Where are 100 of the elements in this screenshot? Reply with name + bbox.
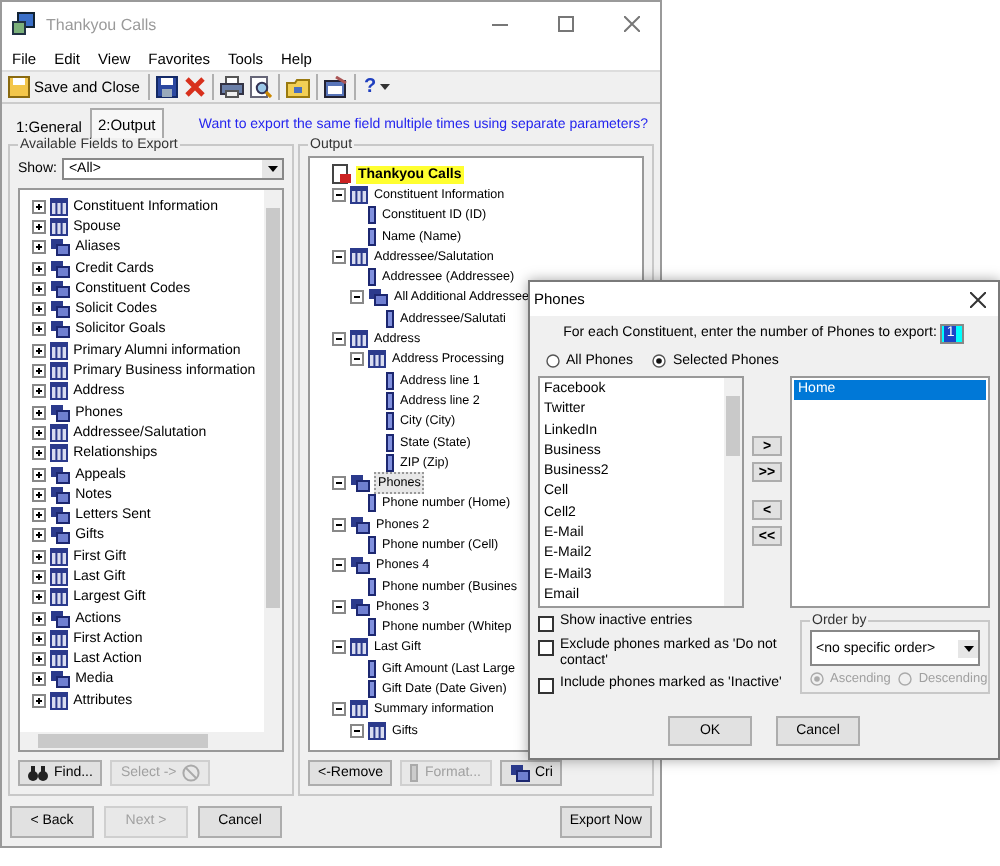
help-button[interactable]: ? xyxy=(361,73,393,101)
stacked-records-icon xyxy=(49,670,70,689)
expand-icon[interactable] xyxy=(31,384,46,399)
collapse-icon[interactable] xyxy=(332,249,346,264)
table-icon xyxy=(49,588,68,607)
expand-icon[interactable] xyxy=(31,549,46,564)
table-icon xyxy=(49,691,68,710)
table-icon xyxy=(49,444,68,463)
stacked-records-icon xyxy=(49,238,70,257)
expand-icon[interactable] xyxy=(31,652,46,667)
binoculars-icon xyxy=(28,765,48,781)
table-icon xyxy=(49,629,68,648)
collapse-icon[interactable] xyxy=(350,290,364,305)
expand-icon[interactable] xyxy=(31,631,46,646)
expand-icon[interactable] xyxy=(31,672,46,687)
table-icon xyxy=(49,650,68,669)
collapse-icon[interactable] xyxy=(332,517,346,532)
close-icon xyxy=(624,16,640,32)
expand-icon[interactable] xyxy=(31,693,46,708)
stacked-records-icon xyxy=(49,465,70,483)
scrollbar[interactable] xyxy=(724,378,742,606)
close-icon[interactable] xyxy=(970,291,986,307)
checkbox[interactable] xyxy=(538,616,554,632)
stacked-records-icon xyxy=(509,764,529,782)
window-title: Thankyou Calls xyxy=(46,15,159,33)
expand-icon[interactable] xyxy=(31,219,46,234)
field-icon xyxy=(386,309,394,328)
save-icon[interactable] xyxy=(155,76,178,98)
expand-icon[interactable] xyxy=(31,405,46,420)
expand-icon[interactable] xyxy=(31,590,46,605)
field-icon xyxy=(368,268,376,287)
expand-icon[interactable] xyxy=(31,302,46,317)
radio-button[interactable] xyxy=(546,353,560,367)
stacked-records-icon xyxy=(49,259,70,278)
preview-icon[interactable] xyxy=(249,76,272,98)
delete-icon[interactable] xyxy=(183,76,206,98)
table-icon xyxy=(368,721,386,740)
table-icon xyxy=(368,350,386,369)
expand-icon[interactable] xyxy=(31,261,46,276)
collapse-icon[interactable] xyxy=(332,702,346,717)
collapse-icon[interactable] xyxy=(332,476,346,491)
scrollbar[interactable] xyxy=(264,190,282,732)
no-entry-icon xyxy=(182,764,201,782)
expand-icon[interactable] xyxy=(31,425,46,440)
collapse-icon[interactable] xyxy=(332,640,346,655)
minimize-icon xyxy=(492,23,508,25)
collapse-icon[interactable] xyxy=(332,332,346,347)
expand-icon[interactable] xyxy=(31,199,46,214)
table-icon xyxy=(49,217,68,236)
app-icon xyxy=(12,12,36,36)
maximize-icon xyxy=(558,16,574,32)
table-icon xyxy=(49,341,68,360)
expand-icon[interactable] xyxy=(31,611,46,626)
stacked-records-icon xyxy=(350,474,370,493)
expand-icon[interactable] xyxy=(31,467,46,481)
collapse-icon[interactable] xyxy=(332,558,346,573)
table-icon xyxy=(49,423,68,442)
printer-icon[interactable] xyxy=(219,76,244,98)
stacked-records-icon xyxy=(49,279,70,298)
table-icon xyxy=(350,185,368,204)
stacked-records-icon xyxy=(49,609,70,628)
table-icon xyxy=(49,547,68,566)
collapse-icon[interactable] xyxy=(350,352,364,367)
expand-icon[interactable] xyxy=(31,528,46,543)
expand-icon[interactable] xyxy=(31,281,46,296)
document-icon xyxy=(332,164,352,185)
field-icon xyxy=(368,494,376,513)
field-icon xyxy=(410,764,419,782)
properties-icon[interactable] xyxy=(323,76,348,98)
table-icon xyxy=(350,638,368,657)
expand-icon[interactable] xyxy=(31,508,46,523)
field-icon xyxy=(368,535,376,554)
radio-button[interactable] xyxy=(652,353,667,367)
stacked-records-icon xyxy=(350,597,370,616)
stacked-records-icon xyxy=(49,506,70,525)
caret-icon xyxy=(267,166,277,172)
save-icon xyxy=(8,76,30,98)
expand-icon[interactable] xyxy=(31,343,46,358)
collapse-icon[interactable] xyxy=(332,599,346,614)
collapse-icon[interactable] xyxy=(332,187,346,202)
folder-icon[interactable] xyxy=(285,77,310,97)
expand-icon[interactable] xyxy=(31,364,46,379)
expand-icon[interactable] xyxy=(31,322,46,337)
checkbox[interactable] xyxy=(538,678,554,694)
scrollbar[interactable] xyxy=(20,732,282,750)
field-icon xyxy=(368,618,376,637)
caret-icon xyxy=(380,84,391,90)
expand-icon[interactable] xyxy=(31,569,46,584)
stacked-records-icon xyxy=(350,556,370,575)
expand-icon[interactable] xyxy=(31,240,46,255)
expand-icon[interactable] xyxy=(31,446,46,461)
collapse-icon[interactable] xyxy=(350,723,364,738)
caret-icon xyxy=(963,645,973,651)
table-icon xyxy=(49,567,68,586)
stacked-records-icon xyxy=(49,526,70,545)
checkbox[interactable] xyxy=(538,640,554,656)
field-icon xyxy=(368,577,376,596)
stacked-records-icon xyxy=(368,288,388,307)
expand-icon[interactable] xyxy=(31,487,46,502)
table-icon xyxy=(49,362,68,381)
